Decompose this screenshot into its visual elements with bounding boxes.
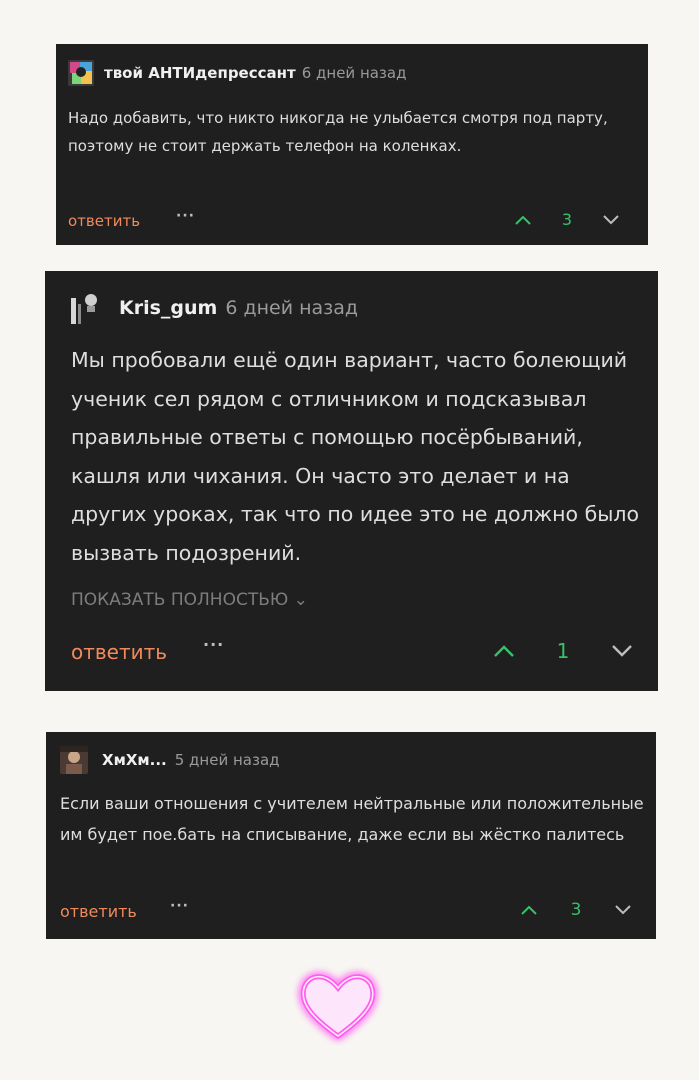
- reply-button[interactable]: ответить: [68, 212, 140, 230]
- vote-controls: 3: [514, 210, 620, 229]
- upvote-arrow-icon[interactable]: [520, 904, 538, 916]
- avatar[interactable]: [69, 290, 101, 326]
- vote-controls: 3: [520, 900, 632, 920]
- timestamp: 5 дней назад: [174, 751, 280, 769]
- comment-card: ХмХм... 5 дней назад Если ваши отношения…: [46, 732, 656, 939]
- vote-controls: 1: [493, 639, 633, 663]
- comment-header: Kris_gum 6 дней назад: [69, 290, 359, 326]
- avatar[interactable]: [68, 60, 94, 86]
- more-dots-icon[interactable]: ···: [203, 635, 224, 654]
- upvote-arrow-icon[interactable]: [493, 644, 515, 658]
- more-dots-icon[interactable]: ···: [176, 208, 195, 224]
- reply-button[interactable]: ответить: [71, 640, 167, 664]
- downvote-arrow-icon[interactable]: [611, 644, 633, 658]
- comment-card: твой АНТИдепрессант 6 дней назад Надо до…: [56, 44, 648, 245]
- username[interactable]: твой АНТИдепрессант: [104, 64, 296, 82]
- timestamp: 6 дней назад: [301, 64, 407, 82]
- comment-text: Если ваши отношения с учителем нейтральн…: [60, 794, 644, 844]
- timestamp: 6 дней назад: [225, 297, 359, 319]
- comment-text: Надо добавить, что никто никогда не улыб…: [68, 109, 608, 155]
- vote-score: 3: [561, 210, 573, 229]
- vote-score: 1: [556, 639, 570, 663]
- comment-header: ХмХм... 5 дней назад: [60, 746, 280, 774]
- comment-header: твой АНТИдепрессант 6 дней назад: [68, 60, 406, 86]
- avatar[interactable]: [60, 746, 88, 774]
- vote-score: 3: [570, 900, 582, 920]
- more-dots-icon[interactable]: ···: [170, 898, 189, 914]
- neon-heart-icon: [290, 962, 386, 1046]
- comment-card: Kris_gum 6 дней назад Мы пробовали ещё о…: [45, 271, 658, 691]
- comment-text: Мы пробовали ещё один вариант, часто бол…: [71, 348, 640, 565]
- upvote-arrow-icon[interactable]: [514, 214, 532, 226]
- reply-button[interactable]: ответить: [60, 902, 137, 921]
- downvote-arrow-icon[interactable]: [614, 904, 632, 916]
- username[interactable]: ХмХм...: [102, 751, 167, 769]
- username[interactable]: Kris_gum: [119, 297, 217, 319]
- downvote-arrow-icon[interactable]: [602, 214, 620, 226]
- show-full-link[interactable]: ПОКАЗАТЬ ПОЛНОСТЬЮ ⌄: [71, 590, 308, 610]
